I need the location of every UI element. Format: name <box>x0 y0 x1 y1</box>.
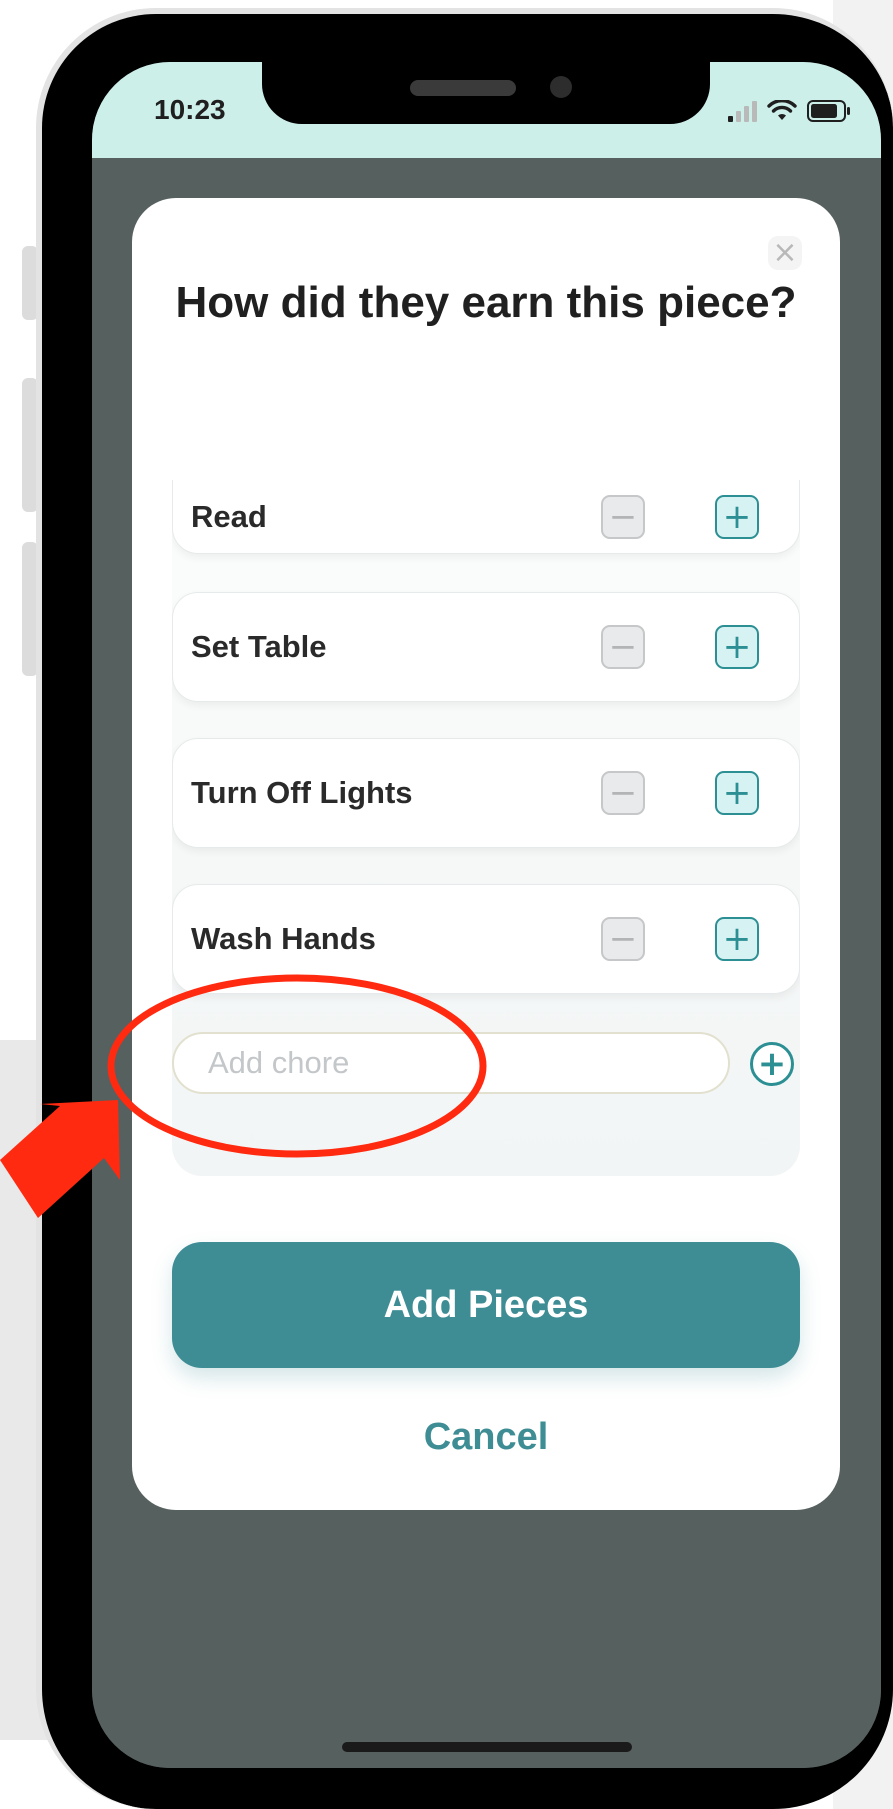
plus-icon[interactable]: + <box>715 625 759 669</box>
modal-title: How did they earn this piece? <box>175 278 797 327</box>
front-camera <box>550 76 572 98</box>
chore-row: Turn Off Lights − + <box>172 738 800 848</box>
chore-label: Read <box>191 499 267 534</box>
earn-piece-modal: × How did they earn this piece? Read − +… <box>132 198 840 1510</box>
minus-icon[interactable]: − <box>601 917 645 961</box>
minus-icon[interactable]: − <box>601 771 645 815</box>
chore-label: Turn Off Lights <box>191 775 413 810</box>
home-indicator <box>342 1742 632 1752</box>
status-time: 10:23 <box>154 94 226 125</box>
status-bar: 10:23 <box>92 62 881 158</box>
add-chore-field[interactable] <box>172 1032 730 1094</box>
notch <box>262 62 710 124</box>
wifi-icon <box>767 100 797 120</box>
chore-row: Wash Hands − + <box>172 884 800 994</box>
plus-icon[interactable]: + <box>715 917 759 961</box>
add-pieces-button[interactable]: Add Pieces <box>172 1242 800 1368</box>
chore-row: Read − + <box>172 480 800 554</box>
speaker <box>410 80 516 96</box>
minus-icon[interactable]: − <box>601 625 645 669</box>
chore-label: Set Table <box>191 629 327 664</box>
plus-icon[interactable]: + <box>715 495 759 539</box>
minus-icon[interactable]: − <box>601 495 645 539</box>
add-chore-input[interactable] <box>174 1034 728 1092</box>
plus-icon[interactable]: + <box>715 771 759 815</box>
plus-circle-icon[interactable]: + <box>750 1042 794 1086</box>
cancel-button[interactable]: Cancel <box>172 1416 800 1459</box>
cellular-signal-icon <box>728 100 757 122</box>
chore-row: Set Table − + <box>172 592 800 702</box>
chore-label: Wash Hands <box>191 921 376 956</box>
battery-icon <box>807 100 850 122</box>
status-icons <box>728 98 851 122</box>
close-icon[interactable]: × <box>768 236 802 270</box>
